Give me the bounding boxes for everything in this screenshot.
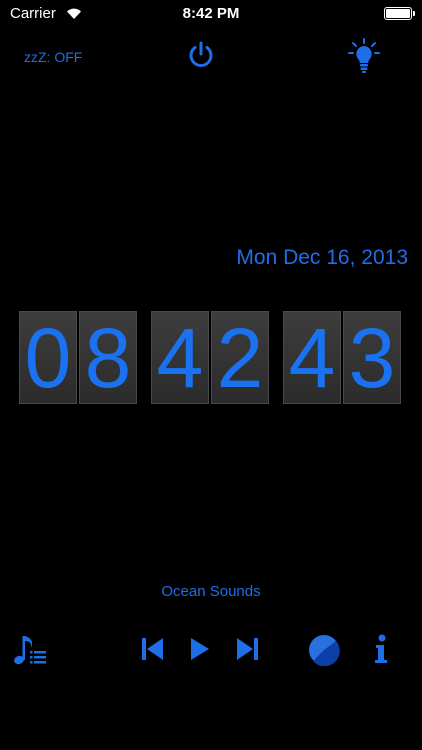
second-ones-digit: 3 (343, 311, 401, 404)
track-name[interactable]: Ocean Sounds (0, 583, 422, 600)
battery-icon (384, 7, 415, 20)
status-time: 8:42 PM (182, 5, 240, 22)
skip-next-icon[interactable] (236, 637, 258, 661)
music-playlist-icon[interactable] (12, 632, 48, 666)
info-icon[interactable] (373, 634, 389, 664)
skip-previous-icon[interactable] (142, 637, 164, 661)
sleep-timer-button[interactable]: zzZ: OFF (24, 49, 82, 65)
color-wheel-icon[interactable] (308, 634, 340, 666)
alarm-clock-screen: Carrier 8:42 PM zzZ: OFF Mon Dec 16, 201… (0, 0, 422, 750)
hour-ones-digit: 8 (79, 311, 137, 404)
second-tens-digit: 4 (283, 311, 341, 404)
status-bar: Carrier 8:42 PM (0, 0, 422, 28)
minute-ones-digit: 2 (211, 311, 269, 404)
minute-tens-digit: 4 (151, 311, 209, 404)
play-icon[interactable] (191, 638, 209, 660)
power-icon[interactable] (186, 40, 216, 70)
date-label: Mon Dec 16, 2013 (236, 246, 408, 269)
hour-tens-digit: 0 (19, 311, 77, 404)
lightbulb-icon[interactable] (348, 38, 380, 74)
